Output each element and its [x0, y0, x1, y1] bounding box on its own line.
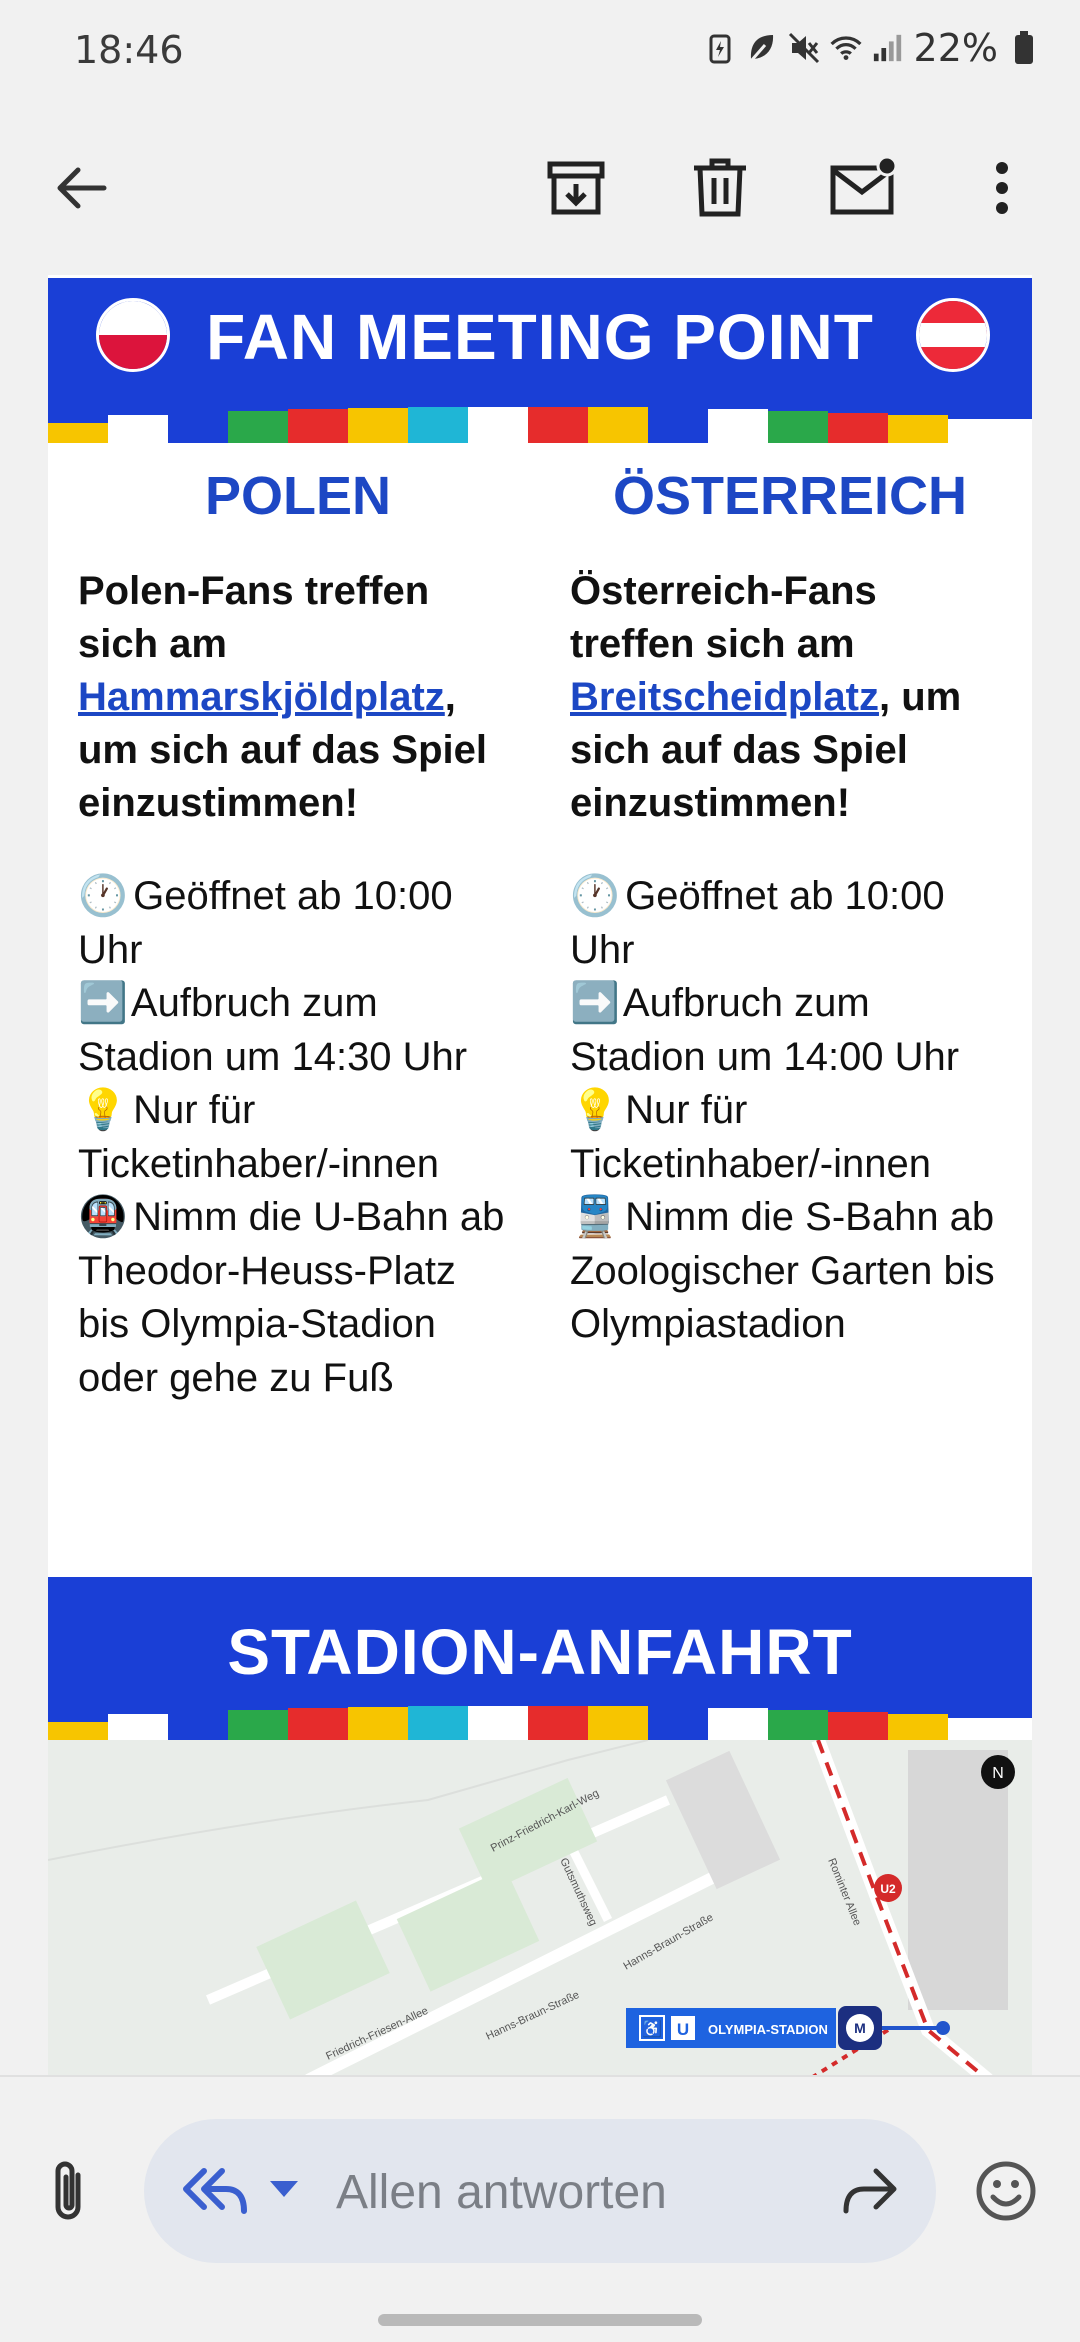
austria-departure-line: ➡️ Aufbruch zum Stadion um 14:00 Uhr — [570, 977, 1010, 1084]
wifi-icon — [830, 31, 862, 65]
reply-all-button[interactable] — [180, 2165, 250, 2224]
battery-saver-icon — [704, 31, 736, 65]
train-icon: 🚆 — [570, 1195, 620, 1239]
more-vert-icon — [996, 162, 1008, 214]
poland-details: 🕐 Geöffnet ab 10:00 Uhr ➡️ Aufbruch zum … — [78, 870, 518, 1405]
station-label: OLYMPIA-STADION — [708, 2022, 828, 2037]
poland-opening-line: 🕐 Geöffnet ab 10:00 Uhr — [78, 870, 518, 977]
home-indicator[interactable] — [378, 2314, 702, 2326]
reply-placeholder: Allen antworten — [336, 2166, 667, 2219]
forward-button[interactable] — [840, 2163, 900, 2222]
back-arrow-icon — [57, 167, 107, 209]
poland-heading: POLEN — [204, 466, 392, 526]
poland-intro: Polen-Fans treffen sich am Hammarskjöldp… — [78, 569, 488, 825]
light-bulb-icon: 💡 — [570, 1088, 620, 1132]
clock-icon: 🕐 — [570, 874, 620, 918]
clock: 18:46 — [74, 28, 184, 72]
compass-label: N — [992, 1765, 1004, 1782]
stadium-directions-banner: STADION-ANFAHRT — [48, 1577, 1032, 1742]
email-card: FAN MEETING POINT POLEN Polen-Fans treff… — [48, 275, 1032, 2075]
battery-percent: 22% — [913, 26, 998, 70]
clock-icon: 🕐 — [78, 874, 128, 918]
light-bulb-icon: 💡 — [78, 1088, 128, 1132]
reply-options-dropdown[interactable] — [268, 2179, 300, 2204]
breitscheidplatz-link[interactable]: Breitscheidplatz — [570, 675, 879, 719]
svg-text:♿: ♿ — [642, 2019, 662, 2038]
metro-icon: 🚇 — [78, 1195, 128, 1239]
email-toolbar — [0, 100, 1080, 275]
delete-icon — [694, 158, 746, 217]
delete-button[interactable] — [672, 140, 768, 236]
emoji-button[interactable] — [974, 2159, 1038, 2228]
station-sign: ♿ U OLYMPIA-STADION M — [626, 2006, 882, 2050]
right-arrow-icon: ➡️ — [570, 981, 620, 1025]
u2-label: U2 — [880, 1882, 896, 1896]
banner-title: FAN MEETING POINT — [206, 301, 874, 373]
u-bahn-sign: U — [677, 2020, 689, 2039]
fan-meeting-banner: FAN MEETING POINT — [48, 278, 1032, 443]
right-arrow-icon: ➡️ — [78, 981, 128, 1025]
hammarskjoldplatz-link[interactable]: Hammarskjöldplatz — [78, 675, 445, 719]
austria-heading: ÖSTERREICH — [612, 466, 968, 526]
austria-ticket-line: 💡 Nur für Ticketinhaber/-innen — [570, 1084, 1010, 1191]
poland-departure-line: ➡️ Aufbruch zum Stadion um 14:30 Uhr — [78, 977, 518, 1084]
mark-unread-icon — [830, 156, 898, 215]
map-graphic: Prinz-Friedrich-Karl-Weg Gutsmuthsweg Ha… — [48, 1740, 1032, 2075]
emoji-icon — [976, 2161, 1036, 2221]
austria-opening-line: 🕐 Geöffnet ab 10:00 Uhr — [570, 870, 1010, 977]
austria-column: ÖSTERREICH Österreich-Fans treffen sich … — [570, 465, 1010, 1352]
austria-intro: Österreich-Fans treffen sich am Breitsch… — [570, 569, 962, 825]
mute-icon — [788, 31, 820, 65]
archive-icon — [547, 161, 605, 215]
archive-button[interactable] — [528, 140, 624, 236]
email-body[interactable]: FAN MEETING POINT POLEN Polen-Fans treff… — [0, 275, 1080, 2075]
poland-ticket-line: 💡 Nur für Ticketinhaber/-innen — [78, 1084, 518, 1191]
reply-all-field[interactable]: Allen antworten — [144, 2119, 936, 2263]
back-button[interactable] — [34, 140, 130, 236]
mark-unread-button[interactable] — [816, 140, 912, 236]
signal-icon — [872, 31, 904, 65]
austria-transport-line: 🚆 Nimm die S-Bahn ab Zoologischer Garten… — [570, 1191, 1010, 1352]
banner-title: STADION-ANFAHRT — [227, 1616, 853, 1688]
battery-icon — [1008, 31, 1040, 65]
forward-icon — [843, 2168, 897, 2214]
chevron-down-icon — [270, 2181, 298, 2197]
reply-bar: Allen antworten — [0, 2075, 1080, 2342]
reply-all-icon — [183, 2168, 247, 2214]
paperclip-icon — [55, 2161, 81, 2220]
status-bar: 18:46 22% — [0, 0, 1080, 100]
leaf-icon — [746, 31, 778, 65]
colorful-stripes — [48, 1706, 1032, 1742]
austria-details: 🕐 Geöffnet ab 10:00 Uhr ➡️ Aufbruch zum … — [570, 870, 1010, 1352]
attach-button[interactable] — [44, 2157, 94, 2232]
poland-transport-line: 🚇 Nimm die U-Bahn ab Theodor-Heuss-Platz… — [78, 1191, 518, 1405]
more-options-button[interactable] — [954, 140, 1050, 236]
stadium-map[interactable]: Prinz-Friedrich-Karl-Weg Gutsmuthsweg Ha… — [48, 1740, 1032, 2075]
status-icons: 22% — [704, 26, 1040, 70]
svg-text:M: M — [854, 2020, 866, 2036]
poland-column: POLEN Polen-Fans treffen sich am Hammars… — [78, 465, 518, 1405]
colorful-stripes — [48, 407, 1032, 443]
austria-flag-ball — [916, 298, 990, 372]
